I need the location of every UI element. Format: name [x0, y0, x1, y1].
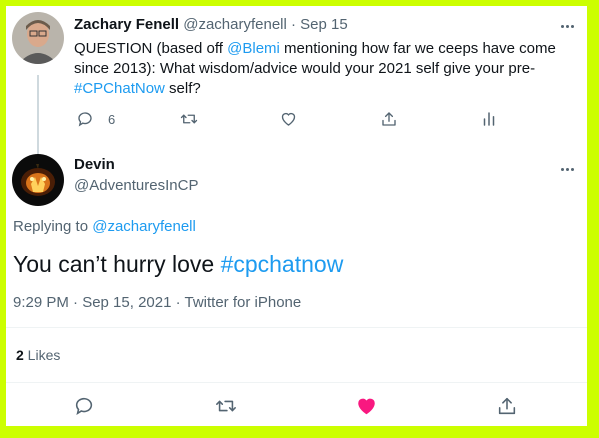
parent-more-button[interactable] [557, 16, 577, 36]
like-icon [281, 112, 296, 126]
thread-line [37, 75, 39, 154]
likes-label: Likes [23, 347, 61, 363]
reply-handle[interactable]: @AdventuresInCP [74, 177, 198, 194]
tweet-card: Zachary Fenell @zacharyfenell · Sep 15 Q… [6, 6, 587, 426]
replying-to-line: Replying to @zacharyfenell [13, 218, 196, 235]
likes-count: 2 [16, 347, 24, 363]
reply-author-name[interactable]: Devin [74, 156, 115, 173]
reply-share-button[interactable] [496, 395, 518, 417]
parent-separator: · [291, 16, 296, 33]
reply-tweet-text: You can’t hurry love #cpchatnow [13, 251, 344, 277]
retweet-icon [216, 400, 236, 412]
reply-retweet-button[interactable] [214, 395, 238, 417]
parent-reply-count: 6 [108, 111, 116, 127]
divider-top [6, 327, 587, 328]
parent-share-button[interactable] [380, 110, 398, 128]
reply-like-button[interactable] [355, 395, 378, 417]
more-icon [560, 24, 564, 28]
more-icon [560, 167, 564, 171]
share-icon [382, 112, 396, 126]
parent-like-button[interactable] [279, 110, 298, 128]
like-icon [358, 398, 375, 415]
reply-icon [78, 112, 92, 127]
parent-retweet-button[interactable] [179, 110, 199, 128]
parent-author-name[interactable]: Zachary Fenell [74, 16, 179, 33]
reply-icon [75, 397, 93, 416]
likes-summary[interactable]: 2 Likes [16, 347, 60, 363]
parent-handle[interactable]: @zacharyfenell [183, 16, 287, 33]
parent-reply-button[interactable]: 6 [76, 110, 115, 128]
parent-analytics-button[interactable] [480, 110, 498, 128]
reply-timestamp[interactable]: 9:29 PM · Sep 15, 2021 · Twitter for iPh… [13, 294, 301, 311]
parent-header: Zachary Fenell @zacharyfenell · Sep 15 [74, 16, 348, 33]
devin-avatar[interactable] [12, 154, 64, 206]
parent-date[interactable]: Sep 15 [300, 16, 348, 33]
mention-link[interactable]: @Blemi [227, 40, 280, 57]
retweet-icon [180, 114, 198, 124]
divider-bottom [6, 382, 587, 383]
reply-hashtag-link[interactable]: #cpchatnow [221, 251, 344, 277]
replying-to-handle[interactable]: @zacharyfenell [92, 218, 196, 235]
analytics-icon [483, 112, 495, 126]
parent-tweet-text: QUESTION (based off @Blemi mentioning ho… [74, 40, 556, 97]
zachary-avatar[interactable] [12, 12, 64, 64]
reply-reply-button[interactable] [73, 395, 95, 417]
share-icon [498, 397, 516, 415]
reply-more-button[interactable] [557, 159, 577, 179]
hashtag-link[interactable]: #CPChatNow [74, 80, 165, 97]
